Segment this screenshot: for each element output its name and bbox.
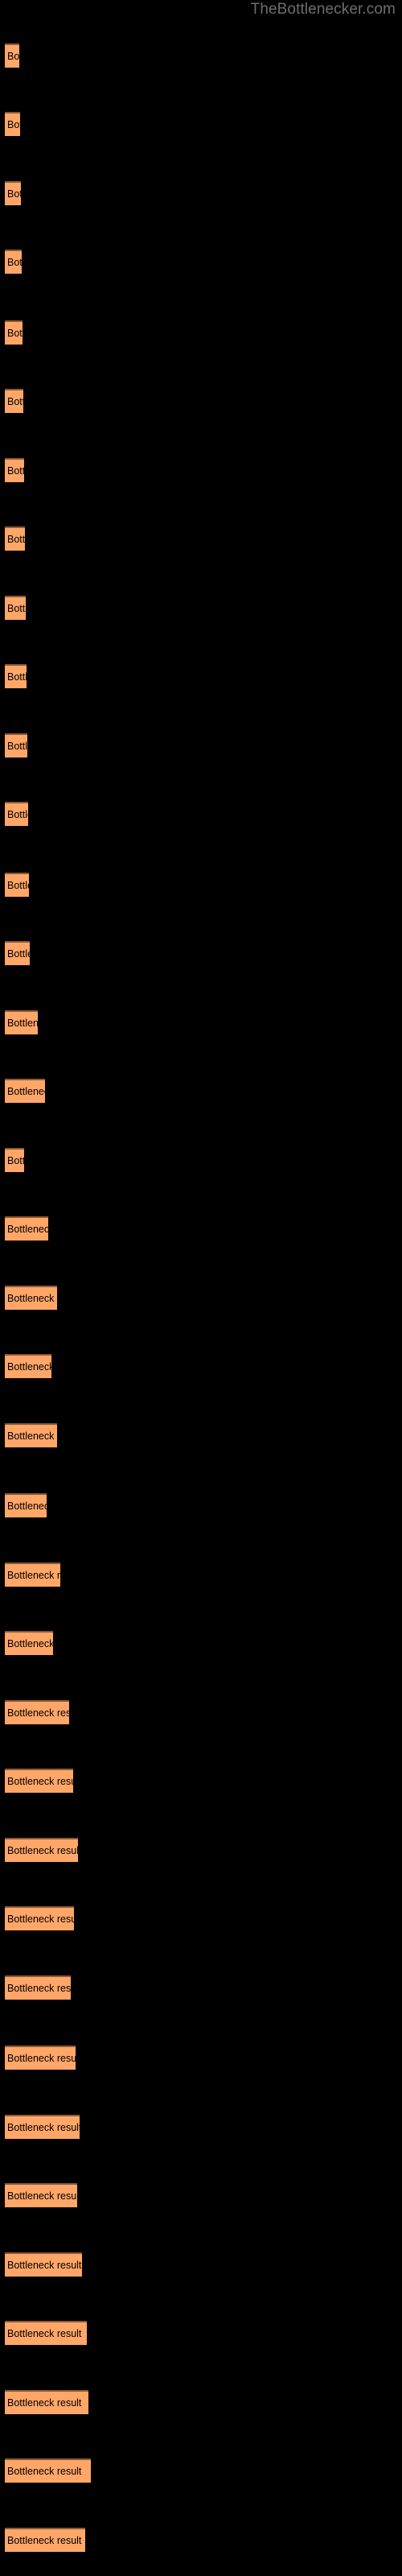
bar[interactable]: Bottleneck result	[5, 1700, 69, 1724]
bar[interactable]: Bottleneck result	[5, 2046, 76, 2070]
bar-label: Bottleneck result	[7, 2053, 76, 2064]
bar-label: Bottleneck result	[7, 1293, 57, 1304]
bar-label: Bottleneck result	[7, 1913, 74, 1925]
bar[interactable]: Bottleneck result	[5, 941, 30, 965]
bar[interactable]: Bottleneck result	[5, 2115, 80, 2139]
bar-label: Bottleneck result	[7, 534, 25, 545]
bar-label: Bottleneck result	[7, 2397, 82, 2409]
bar[interactable]: Bottleneck result	[5, 112, 20, 136]
bar[interactable]: Bottleneck result	[5, 2321, 87, 2345]
bar-label: Bottleneck result	[7, 188, 21, 200]
bar[interactable]: Bottleneck result	[5, 1216, 48, 1241]
bar-label: Bottleneck result	[7, 880, 29, 891]
bar[interactable]: Bottleneck result	[5, 250, 22, 274]
bar[interactable]: Bottleneck result	[5, 1286, 57, 1310]
bar-label: Bottleneck result	[7, 257, 22, 268]
bar[interactable]: Bottleneck result	[5, 596, 26, 620]
bar[interactable]: Bottleneck result	[5, 1079, 45, 1103]
bar[interactable]: Bottleneck result	[5, 320, 23, 345]
bar[interactable]: Bottleneck result	[5, 1354, 51, 1378]
bar-label: Bottleneck result	[7, 119, 20, 130]
bar[interactable]: Bottleneck result	[5, 1906, 74, 1930]
bar-label: Bottleneck result	[7, 948, 30, 960]
bar-label: Bottleneck result	[7, 741, 27, 752]
bottleneck-bar-chart: TheBottlenecker.com Bottleneck resultBot…	[0, 0, 402, 2576]
bar-label: Bottleneck result	[7, 2466, 82, 2477]
bar[interactable]: Bottleneck result	[5, 43, 19, 68]
bar[interactable]: Bottleneck result	[5, 1010, 38, 1034]
bar-label: Bottleneck result	[7, 1018, 38, 1029]
bar-label: Bottleneck result	[7, 1845, 78, 1856]
bar-label: Bottleneck result	[7, 1430, 57, 1442]
bar-label: Bottleneck result	[7, 465, 24, 477]
bar-label: Bottleneck result	[7, 2260, 82, 2271]
bar-label: Bottleneck result	[7, 2535, 82, 2546]
bar[interactable]: Bottleneck result	[5, 458, 24, 482]
bar[interactable]: Bottleneck result	[5, 733, 27, 758]
bar-label: Bottleneck result	[7, 1707, 69, 1719]
bar-label: Bottleneck result	[7, 1638, 53, 1649]
bar[interactable]: Bottleneck result	[5, 1148, 24, 1172]
bar[interactable]: Bottleneck result	[5, 664, 27, 688]
bar[interactable]: Bottleneck result	[5, 873, 29, 897]
bar[interactable]: Bottleneck result	[5, 389, 23, 413]
bar[interactable]: Bottleneck result	[5, 1493, 47, 1517]
bar[interactable]: Bottleneck result	[5, 1423, 57, 1447]
bar[interactable]: Bottleneck result	[5, 802, 28, 826]
bar[interactable]: Bottleneck result	[5, 1838, 78, 1862]
bar-label: Bottleneck result	[7, 51, 19, 62]
bar[interactable]: Bottleneck result	[5, 1769, 73, 1793]
bar-label: Bottleneck result	[7, 1776, 73, 1787]
bar[interactable]: Bottleneck result	[5, 1563, 60, 1587]
bar[interactable]: Bottleneck result	[5, 2528, 85, 2552]
bar[interactable]: Bottleneck result	[5, 1631, 53, 1655]
bar-label: Bottleneck result	[7, 2122, 80, 2133]
bar-label: Bottleneck result	[7, 1086, 45, 1097]
bar-label: Bottleneck result	[7, 671, 27, 683]
bar-label: Bottleneck result	[7, 328, 23, 339]
bar[interactable]: Bottleneck result	[5, 1975, 71, 2000]
bar-label: Bottleneck result	[7, 1983, 71, 1994]
bar[interactable]: Bottleneck result	[5, 2458, 91, 2483]
bar[interactable]: Bottleneck result	[5, 2183, 77, 2207]
bar[interactable]: Bottleneck result	[5, 2252, 82, 2277]
bar-label: Bottleneck result	[7, 1501, 47, 1512]
bar-label: Bottleneck result	[7, 2328, 82, 2339]
bar-label: Bottleneck result	[7, 809, 28, 820]
bar-label: Bottleneck result	[7, 2190, 77, 2202]
bar[interactable]: Bottleneck result	[5, 526, 25, 551]
bar-label: Bottleneck result	[7, 603, 26, 614]
bar-label: Bottleneck result	[7, 1570, 60, 1581]
bar[interactable]: Bottleneck result	[5, 181, 21, 205]
bar-label: Bottleneck result	[7, 396, 23, 407]
bar-label: Bottleneck result	[7, 1361, 51, 1373]
bar-label: Bottleneck result	[7, 1224, 48, 1235]
bars-layer: Bottleneck result Bottleneck result Bottle…	[0, 0, 402, 2576]
bar[interactable]: Bottleneck result	[5, 2390, 88, 2414]
bar-label: Bottleneck result	[7, 1155, 24, 1166]
